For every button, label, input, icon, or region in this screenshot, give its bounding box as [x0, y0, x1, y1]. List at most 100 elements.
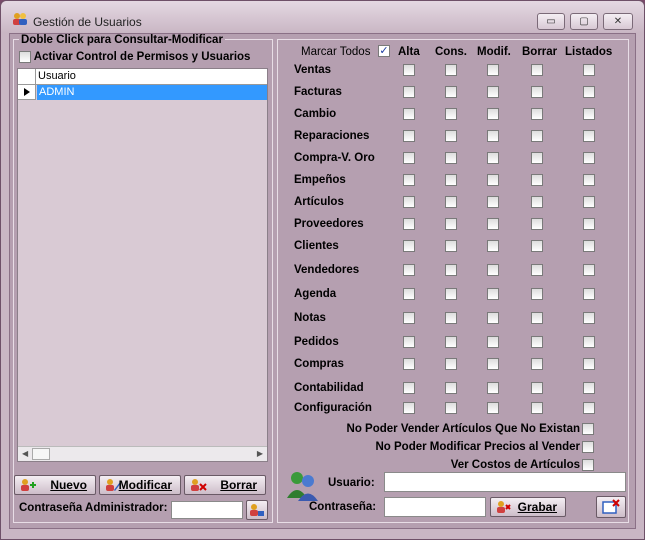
- option-checkbox-no-vender[interactable]: [582, 423, 594, 435]
- password-field[interactable]: [384, 497, 486, 517]
- permission-checkbox[interactable]: [531, 402, 543, 414]
- permission-checkbox[interactable]: [403, 130, 415, 142]
- permission-checkbox[interactable]: [531, 108, 543, 120]
- close-button[interactable]: ✕: [603, 13, 633, 30]
- close-form-button[interactable]: [596, 496, 626, 518]
- permission-checkbox[interactable]: [487, 336, 499, 348]
- permission-checkbox[interactable]: [445, 264, 457, 276]
- permission-checkbox[interactable]: [403, 312, 415, 324]
- permission-checkbox[interactable]: [487, 64, 499, 76]
- scroll-right-icon[interactable]: ▶: [257, 449, 263, 458]
- users-grid[interactable]: Usuario ADMIN ◀ ▶: [17, 68, 268, 462]
- permission-checkbox[interactable]: [531, 86, 543, 98]
- permission-checkbox[interactable]: [403, 218, 415, 230]
- permission-checkbox[interactable]: [403, 358, 415, 370]
- permission-checkbox[interactable]: [487, 218, 499, 230]
- permission-checkbox[interactable]: [583, 336, 595, 348]
- marcar-todos-checkbox[interactable]: ✓: [378, 45, 390, 57]
- permission-checkbox[interactable]: [583, 64, 595, 76]
- admin-login-button[interactable]: [246, 500, 268, 520]
- permission-checkbox[interactable]: [487, 152, 499, 164]
- activar-control-row[interactable]: Activar Control de Permisos y Usuarios: [19, 51, 250, 63]
- permission-checkbox[interactable]: [487, 196, 499, 208]
- permission-checkbox[interactable]: [487, 264, 499, 276]
- permission-checkbox[interactable]: [445, 218, 457, 230]
- permission-checkbox[interactable]: [403, 86, 415, 98]
- borrar-button[interactable]: Borrar: [184, 475, 266, 495]
- permission-checkbox[interactable]: [531, 196, 543, 208]
- modificar-button[interactable]: Modificar: [99, 475, 181, 495]
- user-cell[interactable]: ADMIN: [37, 85, 267, 100]
- permission-checkbox[interactable]: [445, 64, 457, 76]
- permission-checkbox[interactable]: [583, 130, 595, 142]
- permission-checkbox[interactable]: [583, 402, 595, 414]
- permission-checkbox[interactable]: [445, 382, 457, 394]
- permission-checkbox[interactable]: [403, 196, 415, 208]
- permission-checkbox[interactable]: [583, 312, 595, 324]
- permission-checkbox[interactable]: [531, 264, 543, 276]
- permission-checkbox[interactable]: [445, 86, 457, 98]
- permission-checkbox[interactable]: [583, 196, 595, 208]
- permission-checkbox[interactable]: [531, 218, 543, 230]
- permission-checkbox[interactable]: [445, 130, 457, 142]
- permission-checkbox[interactable]: [445, 288, 457, 300]
- scroll-thumb[interactable]: [32, 448, 50, 460]
- permission-checkbox[interactable]: [445, 108, 457, 120]
- permission-checkbox[interactable]: [583, 240, 595, 252]
- title-bar[interactable]: Gestión de Usuarios ▭ ▢ ✕: [1, 1, 644, 33]
- permission-checkbox[interactable]: [531, 288, 543, 300]
- permission-checkbox[interactable]: [487, 288, 499, 300]
- permission-checkbox[interactable]: [531, 336, 543, 348]
- permission-checkbox[interactable]: [403, 240, 415, 252]
- permission-checkbox[interactable]: [531, 382, 543, 394]
- permission-checkbox[interactable]: [531, 174, 543, 186]
- permission-checkbox[interactable]: [445, 312, 457, 324]
- permission-checkbox[interactable]: [583, 358, 595, 370]
- horizontal-scrollbar[interactable]: ◀ ▶: [18, 446, 267, 461]
- permission-checkbox[interactable]: [403, 336, 415, 348]
- permission-checkbox[interactable]: [531, 130, 543, 142]
- permission-checkbox[interactable]: [531, 64, 543, 76]
- usuario-field[interactable]: [384, 472, 626, 492]
- permission-checkbox[interactable]: [487, 382, 499, 394]
- permission-checkbox[interactable]: [403, 108, 415, 120]
- permission-checkbox[interactable]: [487, 240, 499, 252]
- grid-column-usuario[interactable]: Usuario: [38, 70, 76, 82]
- grabar-button[interactable]: Grabar: [490, 497, 566, 517]
- permission-checkbox[interactable]: [403, 264, 415, 276]
- permission-checkbox[interactable]: [531, 240, 543, 252]
- permission-checkbox[interactable]: [531, 312, 543, 324]
- permission-checkbox[interactable]: [583, 174, 595, 186]
- permission-checkbox[interactable]: [583, 288, 595, 300]
- minimize-button[interactable]: ▭: [537, 13, 565, 30]
- permission-checkbox[interactable]: [583, 86, 595, 98]
- table-row[interactable]: ADMIN: [18, 85, 267, 100]
- permission-checkbox[interactable]: [487, 402, 499, 414]
- permission-checkbox[interactable]: [445, 174, 457, 186]
- activar-control-checkbox[interactable]: [19, 51, 31, 63]
- permission-checkbox[interactable]: [445, 402, 457, 414]
- permission-checkbox[interactable]: [487, 86, 499, 98]
- permission-checkbox[interactable]: [403, 402, 415, 414]
- permission-checkbox[interactable]: [583, 382, 595, 394]
- permission-checkbox[interactable]: [531, 358, 543, 370]
- maximize-button[interactable]: ▢: [570, 13, 598, 30]
- permission-checkbox[interactable]: [487, 358, 499, 370]
- permission-checkbox[interactable]: [403, 288, 415, 300]
- permission-checkbox[interactable]: [445, 152, 457, 164]
- permission-checkbox[interactable]: [445, 196, 457, 208]
- nuevo-button[interactable]: Nuevo: [14, 475, 96, 495]
- permission-checkbox[interactable]: [487, 312, 499, 324]
- permission-checkbox[interactable]: [583, 264, 595, 276]
- permission-checkbox[interactable]: [583, 108, 595, 120]
- permission-checkbox[interactable]: [445, 358, 457, 370]
- permission-checkbox[interactable]: [403, 64, 415, 76]
- permission-checkbox[interactable]: [445, 240, 457, 252]
- option-checkbox-ver-costos[interactable]: [582, 459, 594, 471]
- option-checkbox-no-modificar-precios[interactable]: [582, 441, 594, 453]
- permission-checkbox[interactable]: [403, 152, 415, 164]
- permission-checkbox[interactable]: [445, 336, 457, 348]
- permission-checkbox[interactable]: [487, 130, 499, 142]
- permission-checkbox[interactable]: [403, 382, 415, 394]
- permission-checkbox[interactable]: [583, 152, 595, 164]
